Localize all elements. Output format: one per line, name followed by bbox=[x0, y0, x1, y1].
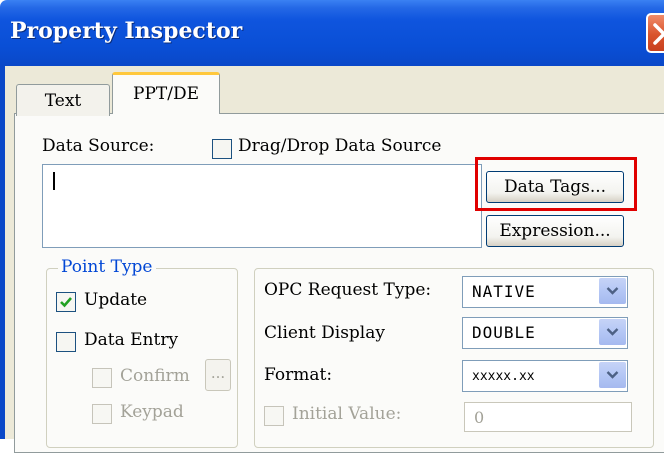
dropdown-button[interactable] bbox=[599, 278, 626, 304]
data-source-label: Data Source: bbox=[42, 136, 155, 156]
format-label: Format: bbox=[264, 365, 333, 385]
initial-value-input[interactable] bbox=[464, 402, 632, 432]
initial-value-label: Initial Value: bbox=[292, 404, 402, 424]
highlight-box bbox=[475, 157, 637, 211]
window-title: Property Inspector bbox=[10, 18, 243, 44]
data-entry-label: Data Entry bbox=[84, 330, 179, 350]
keypad-label: Keypad bbox=[120, 402, 184, 422]
initial-value-checkbox[interactable] bbox=[264, 406, 284, 426]
tab-ppt-de[interactable]: PPT/DE bbox=[112, 72, 220, 114]
data-entry-checkbox[interactable] bbox=[56, 332, 76, 352]
dropdown-button[interactable] bbox=[599, 319, 626, 345]
initial-value-text: 0 bbox=[474, 408, 485, 427]
client-display-label: Client Display bbox=[264, 323, 385, 343]
opc-request-type-label: OPC Request Type: bbox=[264, 280, 432, 300]
client-display-select[interactable]: DOUBLE bbox=[462, 317, 628, 349]
tab-text[interactable]: Text bbox=[16, 84, 110, 116]
close-button[interactable] bbox=[646, 13, 664, 53]
opc-request-type-value: NATIVE bbox=[472, 282, 536, 301]
data-source-input[interactable] bbox=[42, 164, 482, 248]
client-display-value: DOUBLE bbox=[472, 323, 536, 342]
dropdown-button[interactable] bbox=[599, 362, 626, 388]
keypad-checkbox[interactable] bbox=[92, 404, 112, 424]
text-caret bbox=[53, 172, 55, 190]
format-value: xxxxx.xx bbox=[472, 369, 535, 384]
update-label: Update bbox=[84, 290, 148, 310]
drag-drop-checkbox[interactable] bbox=[212, 139, 232, 159]
confirm-checkbox[interactable] bbox=[92, 368, 112, 388]
window-frame bbox=[0, 66, 5, 439]
format-select[interactable]: xxxxx.xx bbox=[462, 360, 628, 392]
confirm-label: Confirm bbox=[120, 366, 190, 386]
opc-request-type-select[interactable]: NATIVE bbox=[462, 276, 628, 308]
point-type-title: Point Type bbox=[58, 257, 156, 277]
confirm-options-button[interactable]: ... bbox=[205, 359, 231, 391]
update-checkbox[interactable] bbox=[56, 292, 76, 312]
drag-drop-label: Drag/Drop Data Source bbox=[238, 136, 442, 156]
expression-button[interactable]: Expression... bbox=[486, 215, 624, 247]
